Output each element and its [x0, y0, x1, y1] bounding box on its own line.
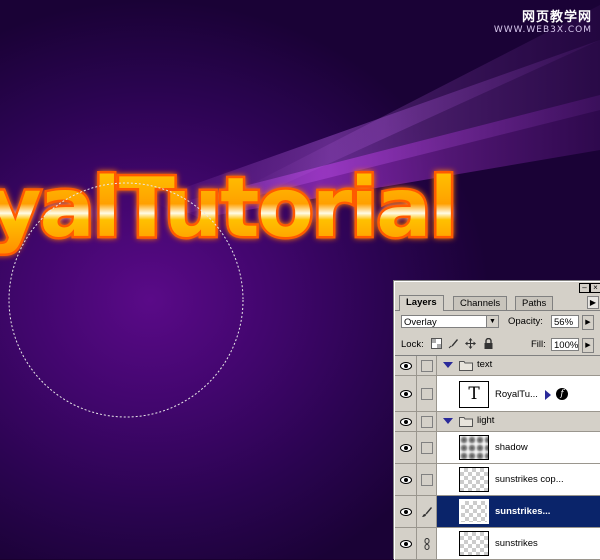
paintbrush-icon	[422, 507, 432, 517]
layer-effects-icon[interactable]: f	[556, 388, 568, 400]
text-layer-thumbnail: T	[459, 381, 489, 408]
lock-position-move-icon[interactable]	[465, 338, 476, 349]
layer-name: text	[477, 359, 493, 370]
visibility-cell	[395, 464, 417, 495]
link-toggle[interactable]	[421, 360, 433, 372]
lock-image-brush-icon[interactable]	[448, 338, 459, 349]
layer-name: sunstrikes	[495, 538, 538, 549]
link-cell	[417, 464, 437, 495]
eye-icon[interactable]	[400, 418, 412, 426]
lock-all-icon[interactable]	[483, 338, 494, 349]
blend-mode-value: Overlay	[404, 317, 437, 328]
eye-icon[interactable]	[400, 390, 412, 398]
layers-list: text T RoyalTu... f light shadow sunstri…	[395, 356, 600, 560]
opacity-slider-icon[interactable]: ▶	[582, 315, 594, 330]
layer-group-text[interactable]: text	[395, 356, 600, 376]
layer-name: RoyalTu...	[495, 389, 538, 400]
layers-palette: – × Layers Channels Paths ▶ Overlay ▼ Op…	[394, 281, 600, 560]
visibility-cell	[395, 528, 417, 559]
lock-label: Lock:	[401, 339, 424, 350]
link-cell	[417, 356, 437, 375]
watermark-site-name: 网页教学网	[521, 10, 592, 25]
eye-icon[interactable]	[400, 362, 412, 370]
visibility-cell	[395, 412, 417, 431]
minimize-icon[interactable]: –	[579, 283, 590, 293]
layer-name: sunstrikes...	[495, 506, 551, 517]
fill-input[interactable]: 100%	[551, 338, 579, 351]
close-icon[interactable]: ×	[590, 283, 600, 293]
tab-channels[interactable]: Channels	[453, 296, 508, 310]
link-cell	[417, 376, 437, 411]
layer-name: light	[477, 415, 495, 426]
layer-sunstrikes[interactable]: sunstrikes	[395, 528, 600, 560]
opacity-label: Opacity:	[508, 316, 543, 327]
link-cell	[417, 496, 437, 527]
tab-paths[interactable]: Paths	[515, 296, 554, 310]
layer-shadow[interactable]: shadow	[395, 432, 600, 464]
opacity-input[interactable]: 56%	[551, 315, 579, 328]
palette-titlebar[interactable]: – ×	[395, 282, 600, 293]
layer-group-light[interactable]: light	[395, 412, 600, 432]
visibility-cell	[395, 356, 417, 375]
eye-icon[interactable]	[400, 508, 412, 516]
palette-menu-icon[interactable]: ▶	[587, 296, 599, 309]
layer-thumbnail	[459, 499, 489, 524]
layer-thumbnail	[459, 435, 489, 460]
chevron-down-icon[interactable]: ▼	[486, 316, 498, 327]
effects-expand-icon[interactable]	[545, 390, 551, 400]
fill-slider-icon[interactable]: ▶	[582, 338, 594, 353]
blend-row: Overlay ▼ Opacity: 56% ▶	[395, 311, 600, 333]
blend-mode-select[interactable]: Overlay ▼	[401, 315, 499, 328]
site-watermark: 网页教学网 WWW.WEB3X.COM	[494, 6, 592, 35]
eye-icon[interactable]	[400, 444, 412, 452]
layer-name: sunstrikes cop...	[495, 474, 564, 485]
folder-icon	[459, 361, 473, 371]
link-toggle[interactable]	[421, 474, 433, 486]
visibility-cell	[395, 496, 417, 527]
layer-text-royaltutorial[interactable]: T RoyalTu... f	[395, 376, 600, 412]
watermark-url: WWW.WEB3X.COM	[493, 25, 592, 35]
lock-transparency-icon[interactable]	[431, 338, 442, 349]
link-toggle[interactable]	[421, 388, 433, 400]
link-cell	[417, 528, 437, 559]
layer-thumbnail	[459, 467, 489, 492]
layer-sunstrikes-selected[interactable]: sunstrikes...	[395, 496, 600, 528]
link-toggle[interactable]	[421, 416, 433, 428]
expand-triangle-icon[interactable]	[443, 362, 453, 368]
expand-triangle-icon[interactable]	[443, 418, 453, 424]
link-cell	[417, 412, 437, 431]
eye-icon[interactable]	[400, 476, 412, 484]
folder-icon	[459, 417, 473, 427]
link-toggle[interactable]	[421, 442, 433, 454]
layer-thumbnail	[459, 531, 489, 556]
palette-tabs: Layers Channels Paths ▶	[395, 293, 600, 311]
chain-link-icon[interactable]	[421, 538, 433, 550]
lock-row: Lock: Fill: 100% ▶	[395, 333, 600, 356]
link-cell	[417, 432, 437, 463]
fill-label: Fill:	[531, 339, 546, 350]
visibility-cell	[395, 376, 417, 411]
visibility-cell	[395, 432, 417, 463]
layer-sunstrikes-copy[interactable]: sunstrikes cop...	[395, 464, 600, 496]
eye-icon[interactable]	[400, 540, 412, 548]
layer-name: shadow	[495, 442, 528, 453]
tab-layers[interactable]: Layers	[399, 295, 444, 311]
